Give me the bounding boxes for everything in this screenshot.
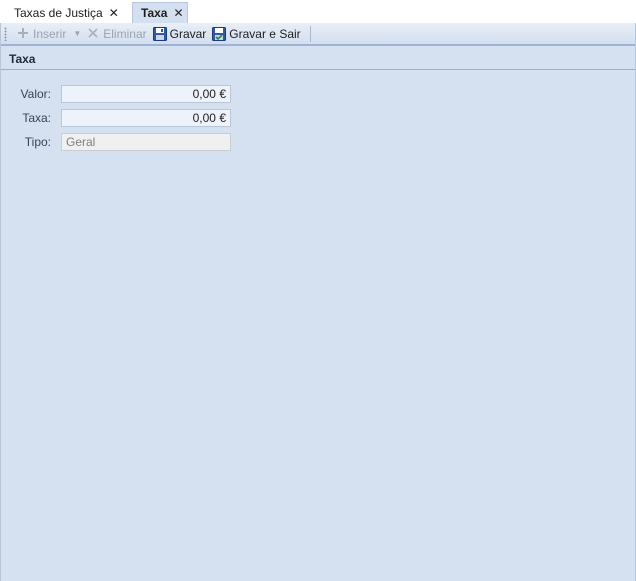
tab-label: Taxas de Justiça <box>14 5 103 20</box>
valor-field[interactable] <box>61 85 231 103</box>
tab-taxa[interactable]: Taxa ✕ <box>132 2 188 23</box>
floppy-disk-icon <box>152 26 167 41</box>
close-icon[interactable]: ✕ <box>173 7 183 19</box>
floppy-disk-check-icon <box>212 26 227 41</box>
save-and-exit-button[interactable]: Gravar e Sair <box>209 24 303 44</box>
taxa-label: Taxa: <box>22 111 51 125</box>
tab-taxas-de-justica[interactable]: Taxas de Justiça ✕ <box>6 2 126 23</box>
form-row-taxa: Taxa: <box>1 109 635 127</box>
insert-button[interactable]: Inserir <box>13 24 69 44</box>
chevron-down-icon[interactable]: ▼ <box>73 29 81 38</box>
save-button[interactable]: Gravar <box>150 24 210 44</box>
tab-strip: Taxas de Justiça ✕ Taxa ✕ <box>0 0 636 23</box>
tab-label: Taxa <box>141 6 168 20</box>
delete-label: Eliminar <box>103 26 147 41</box>
document-window: Taxas de Justiça ✕ Taxa ✕ Inserir ▼ Elim… <box>0 0 636 581</box>
x-icon <box>86 27 100 41</box>
toolbar-divider <box>309 25 311 42</box>
tipo-field[interactable] <box>61 133 231 151</box>
toolbar-grip-icon[interactable] <box>4 26 7 41</box>
save-label: Gravar <box>169 26 207 41</box>
tipo-label: Tipo: <box>24 135 51 149</box>
valor-label: Valor: <box>20 87 51 101</box>
insert-label: Inserir <box>33 26 67 41</box>
content-frame: Inserir ▼ Eliminar Gravar Gravar e Sair … <box>0 23 636 581</box>
close-icon[interactable]: ✕ <box>109 7 119 19</box>
toolbar: Inserir ▼ Eliminar Gravar Gravar e Sair <box>1 23 635 46</box>
taxa-field[interactable] <box>61 109 231 127</box>
plus-icon <box>16 27 30 41</box>
form-row-valor: Valor: <box>1 85 635 103</box>
delete-button[interactable]: Eliminar <box>83 24 149 44</box>
section-title: Taxa <box>1 48 635 70</box>
form-row-tipo: Tipo: <box>1 133 635 151</box>
save-and-exit-label: Gravar e Sair <box>229 26 301 41</box>
